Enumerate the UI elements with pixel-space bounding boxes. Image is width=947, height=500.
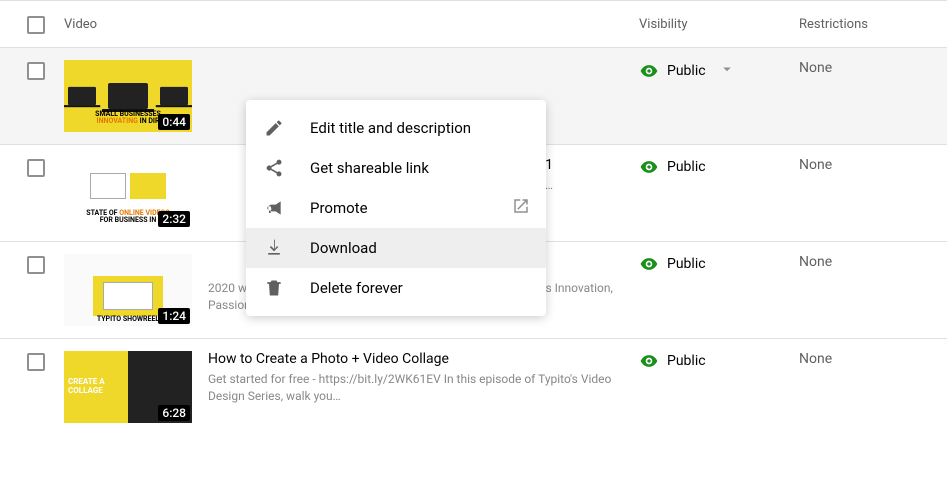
megaphone-icon xyxy=(262,198,286,218)
context-menu: Edit title and description Get shareable… xyxy=(246,100,546,316)
menu-item-edit[interactable]: Edit title and description xyxy=(246,108,546,148)
external-link-icon xyxy=(512,197,530,219)
restrictions-value: None xyxy=(799,60,939,76)
thumb-text: COLLAGE xyxy=(68,386,103,395)
video-duration: 6:28 xyxy=(158,405,190,421)
visibility-public-icon xyxy=(639,351,659,371)
trash-icon xyxy=(262,278,286,298)
menu-item-label: Edit title and description xyxy=(310,119,471,137)
pencil-icon xyxy=(262,118,286,138)
table-row[interactable]: CREATE A COLLAGE 6:28 How to Create a Ph… xyxy=(0,339,947,435)
video-duration: 2:32 xyxy=(158,211,190,227)
select-all-checkbox[interactable] xyxy=(27,16,45,34)
thumb-text: CREATE A xyxy=(68,377,105,386)
menu-item-share[interactable]: Get shareable link xyxy=(246,148,546,188)
video-duration: 1:24 xyxy=(158,308,190,324)
restrictions-value: None xyxy=(799,157,939,173)
restrictions-value: None xyxy=(799,351,939,367)
visibility-value: Public xyxy=(667,159,706,175)
column-header-visibility: Visibility xyxy=(639,17,799,32)
video-description: Get started for free - https://bit.ly/2W… xyxy=(208,371,623,405)
visibility-public-icon xyxy=(639,61,659,81)
visibility-value: Public xyxy=(667,256,706,272)
menu-item-label: Delete forever xyxy=(310,279,403,297)
visibility-value: Public xyxy=(667,353,706,369)
column-header-restrictions: Restrictions xyxy=(799,17,939,32)
table-header: Video Visibility Restrictions xyxy=(0,0,947,48)
menu-item-download[interactable]: Download xyxy=(246,228,546,268)
row-checkbox[interactable] xyxy=(27,159,45,177)
visibility-dropdown[interactable] xyxy=(718,60,736,82)
video-thumbnail[interactable]: CREATE A COLLAGE 6:28 xyxy=(64,351,192,423)
menu-item-promote[interactable]: Promote xyxy=(246,188,546,228)
thumb-text: IN DIR xyxy=(138,117,160,125)
row-checkbox[interactable] xyxy=(27,256,45,274)
menu-item-label: Download xyxy=(310,239,377,257)
video-duration: 0:44 xyxy=(158,114,190,130)
restrictions-value: None xyxy=(799,254,939,270)
download-icon xyxy=(262,238,286,258)
video-thumbnail[interactable]: SMALL BUSINESSES INNOVATING IN DIR 0:44 xyxy=(64,60,192,132)
row-checkbox[interactable] xyxy=(27,353,45,371)
row-checkbox[interactable] xyxy=(27,62,45,80)
visibility-public-icon xyxy=(639,254,659,274)
menu-item-label: Get shareable link xyxy=(310,159,429,177)
menu-item-label: Promote xyxy=(310,199,368,217)
column-header-video: Video xyxy=(64,17,639,32)
share-icon xyxy=(262,158,286,178)
menu-item-delete[interactable]: Delete forever xyxy=(246,268,546,308)
visibility-public-icon xyxy=(639,157,659,177)
video-thumbnail[interactable]: STATE OF ONLINE VIDEOS FOR BUSINESS IN 2… xyxy=(64,157,192,229)
video-thumbnail[interactable]: TYPITO SHOWREEL 1:24 xyxy=(64,254,192,326)
thumb-text: INNOVATING xyxy=(97,117,138,125)
video-title: How to Create a Photo + Video Collage xyxy=(208,351,623,367)
visibility-value: Public xyxy=(667,63,706,79)
thumb-text: FOR BUSINESS IN xyxy=(100,216,157,224)
